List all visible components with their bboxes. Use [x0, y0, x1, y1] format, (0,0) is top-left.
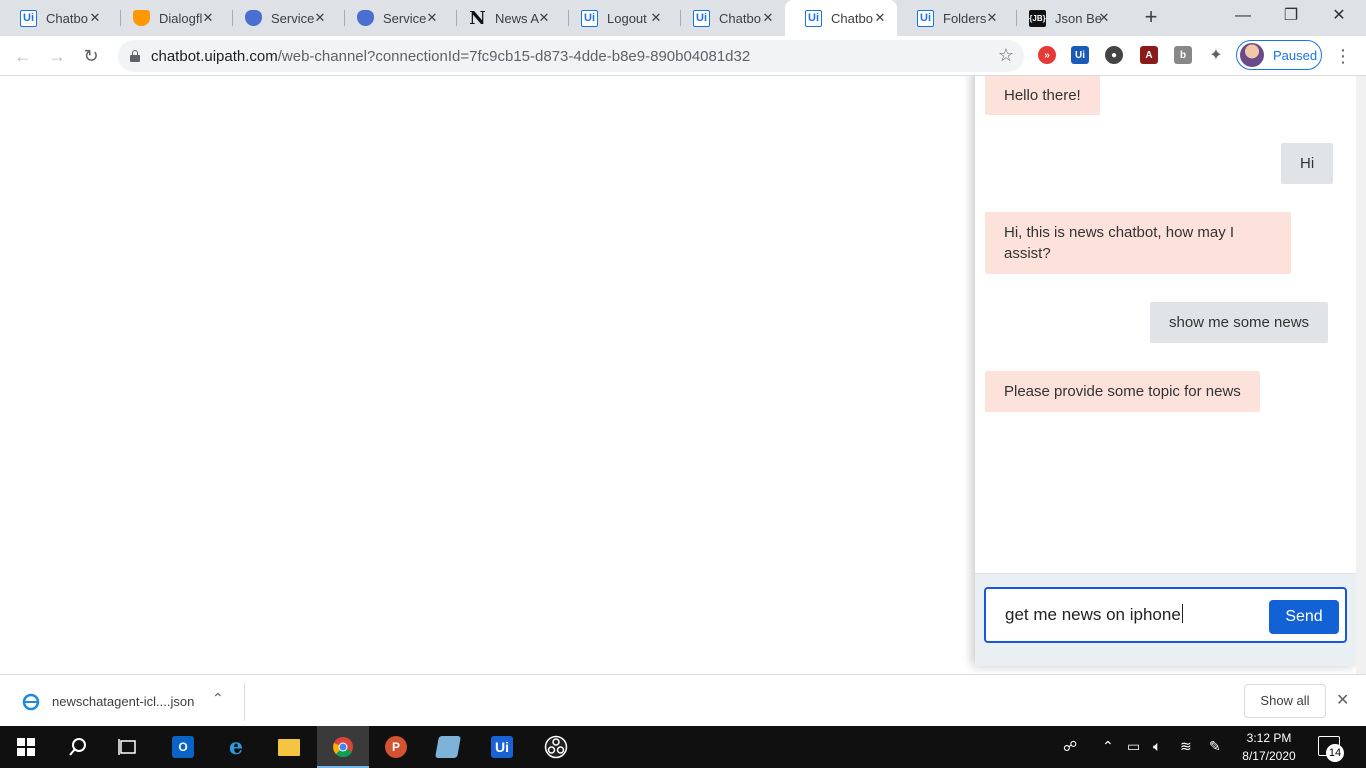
volume-icon[interactable]: 🔈︎: [1153, 738, 1161, 755]
url-path: /web-channel?connectionId=7fc9cb15-d873-…: [277, 48, 751, 65]
chrome-icon[interactable]: [317, 726, 369, 768]
reload-icon[interactable]: ↻: [79, 44, 103, 68]
extensions-puzzle-icon[interactable]: ✦: [1207, 46, 1225, 64]
tab-close-icon[interactable]: ✕: [535, 9, 553, 27]
chat-input-value[interactable]: get me news on iphone: [1005, 604, 1183, 625]
tab-close-icon[interactable]: ✕: [311, 9, 329, 27]
tab-close-icon[interactable]: ✕: [759, 9, 777, 27]
extension-red-icon[interactable]: »: [1038, 46, 1056, 64]
shield-icon: [357, 10, 374, 26]
tab-4[interactable]: N News A ✕: [449, 0, 561, 36]
user-message: show me some news: [1150, 302, 1329, 343]
tab-6[interactable]: Ui Chatbo ✕: [673, 0, 785, 36]
search-icon[interactable]: [52, 726, 104, 768]
json-beautifier-icon: {JB}: [1029, 9, 1046, 27]
extension-circle-icon[interactable]: ●: [1105, 46, 1123, 64]
uipath-icon: Ui: [20, 9, 37, 27]
tab-close-icon[interactable]: ✕: [983, 9, 1001, 27]
start-windows-icon[interactable]: [0, 726, 52, 768]
window-close-icon[interactable]: ✕: [1316, 0, 1362, 34]
url-host: chatbot.uipath.com: [151, 48, 278, 65]
divider: [244, 683, 245, 721]
profile-button[interactable]: Paused: [1236, 40, 1322, 70]
bookmark-star-icon[interactable]: ☆: [998, 45, 1014, 66]
uipath-icon: Ui: [917, 9, 934, 27]
text-caret: [1181, 604, 1183, 623]
ie-file-icon: [22, 693, 40, 711]
tab-8[interactable]: Ui Folders ✕: [897, 0, 1009, 36]
restore-icon[interactable]: ❐: [1268, 0, 1314, 34]
tab-1[interactable]: Dialogfl ✕: [113, 0, 225, 36]
clock-time: 3:12 PM: [1246, 731, 1292, 745]
user-message: Hi: [1281, 143, 1334, 184]
system-clock[interactable]: 3:12 PM 8/17/2020: [1234, 729, 1304, 765]
extension-gray-icon[interactable]: b: [1174, 46, 1192, 64]
pdf-extension-icon[interactable]: A: [1140, 46, 1158, 64]
forward-arrow-icon[interactable]: →: [45, 44, 69, 68]
close-icon[interactable]: ✕: [1336, 690, 1349, 710]
dialogflow-icon: [133, 10, 150, 26]
back-arrow-icon[interactable]: ←: [11, 44, 35, 68]
chat-message-input[interactable]: get me news on iphone Send: [984, 587, 1347, 643]
outlook-icon[interactable]: O: [157, 726, 209, 768]
new-tab-plus-icon[interactable]: +: [1140, 6, 1162, 28]
url-text[interactable]: chatbot.uipath.com/web-channel?connectio…: [151, 48, 750, 65]
battery-icon[interactable]: ▭: [1127, 738, 1140, 755]
shield-icon: [245, 10, 262, 26]
send-button[interactable]: Send: [1269, 600, 1339, 634]
notion-icon: N: [469, 7, 486, 29]
uipath-icon: Ui: [693, 9, 710, 27]
tab-close-icon[interactable]: ✕: [1095, 9, 1113, 27]
tab-3[interactable]: Service ✕: [337, 0, 449, 36]
chat-panel: Hello there! Hi Hi, this is news chatbot…: [975, 76, 1356, 666]
file-explorer-icon[interactable]: [263, 726, 315, 768]
bot-message: Hello there!: [985, 76, 1100, 115]
avatar: [1240, 43, 1264, 67]
tab-9[interactable]: {JB} Json Be ✕: [1009, 0, 1121, 36]
uipath-studio-icon[interactable]: Ui: [476, 726, 528, 768]
page-content: Hello there! Hi Hi, this is news chatbot…: [0, 76, 1366, 674]
uipath-icon: Ui: [581, 9, 598, 27]
address-bar[interactable]: chatbot.uipath.com/web-channel?connectio…: [118, 40, 1024, 72]
browser-toolbar: ← → ↻ chatbot.uipath.com/web-channel?con…: [0, 36, 1366, 76]
page-scrollbar[interactable]: [1356, 76, 1366, 674]
tab-close-icon[interactable]: ✕: [199, 9, 217, 27]
download-file-name[interactable]: newschatagent-icl....json: [52, 694, 194, 709]
lock-icon[interactable]: [130, 50, 140, 62]
powerpoint-icon[interactable]: P: [370, 726, 422, 768]
tab-close-icon[interactable]: ✕: [423, 9, 441, 27]
chat-input-text: get me news on iphone: [1005, 605, 1181, 624]
tab-2[interactable]: Service ✕: [225, 0, 337, 36]
uipath-extension-icon[interactable]: Ui: [1071, 46, 1089, 64]
windows-taskbar: O e P Ui ☍ ⌃ ▭ 🔈︎ ≋ ✎ 3:12 PM 8/17/2020 …: [0, 726, 1366, 768]
obs-icon[interactable]: [530, 726, 582, 768]
download-shelf: newschatagent-icl....json ⌃ Show all ✕: [0, 674, 1366, 726]
task-view-icon[interactable]: [102, 726, 154, 768]
clock-date: 8/17/2020: [1242, 749, 1296, 763]
bot-message: Please provide some topic for news: [985, 371, 1260, 412]
chevron-up-icon[interactable]: ⌃: [212, 690, 224, 707]
profile-status: Paused: [1273, 47, 1318, 63]
tab-7-active[interactable]: Ui Chatbo ✕: [785, 0, 897, 36]
tab-close-icon[interactable]: ✕: [86, 9, 104, 27]
internet-explorer-icon[interactable]: e: [210, 726, 262, 768]
notification-count-badge: 14: [1326, 744, 1344, 762]
browser-menu-icon[interactable]: ⋮: [1334, 44, 1352, 68]
tab-5[interactable]: Ui Logout ✕: [561, 0, 673, 36]
people-icon[interactable]: ☍: [1063, 738, 1077, 755]
notepad-icon[interactable]: [422, 726, 474, 768]
tab-close-icon[interactable]: ✕: [871, 9, 889, 27]
chat-input-area: get me news on iphone Send: [975, 573, 1356, 666]
chevron-up-icon[interactable]: ⌃: [1102, 738, 1114, 755]
minimize-icon[interactable]: —: [1220, 0, 1266, 34]
bot-message: Hi, this is news chatbot, how may I assi…: [985, 212, 1291, 274]
show-all-button[interactable]: Show all: [1244, 684, 1326, 718]
tab-strip: Ui Chatbo ✕ Dialogfl ✕ Service ✕ Service…: [0, 0, 1366, 36]
pen-icon[interactable]: ✎: [1209, 738, 1221, 755]
tab-0[interactable]: Ui Chatbo ✕: [0, 0, 112, 36]
tab-close-icon[interactable]: ✕: [647, 9, 665, 27]
uipath-icon: Ui: [805, 9, 822, 27]
wifi-icon[interactable]: ≋: [1180, 738, 1192, 755]
